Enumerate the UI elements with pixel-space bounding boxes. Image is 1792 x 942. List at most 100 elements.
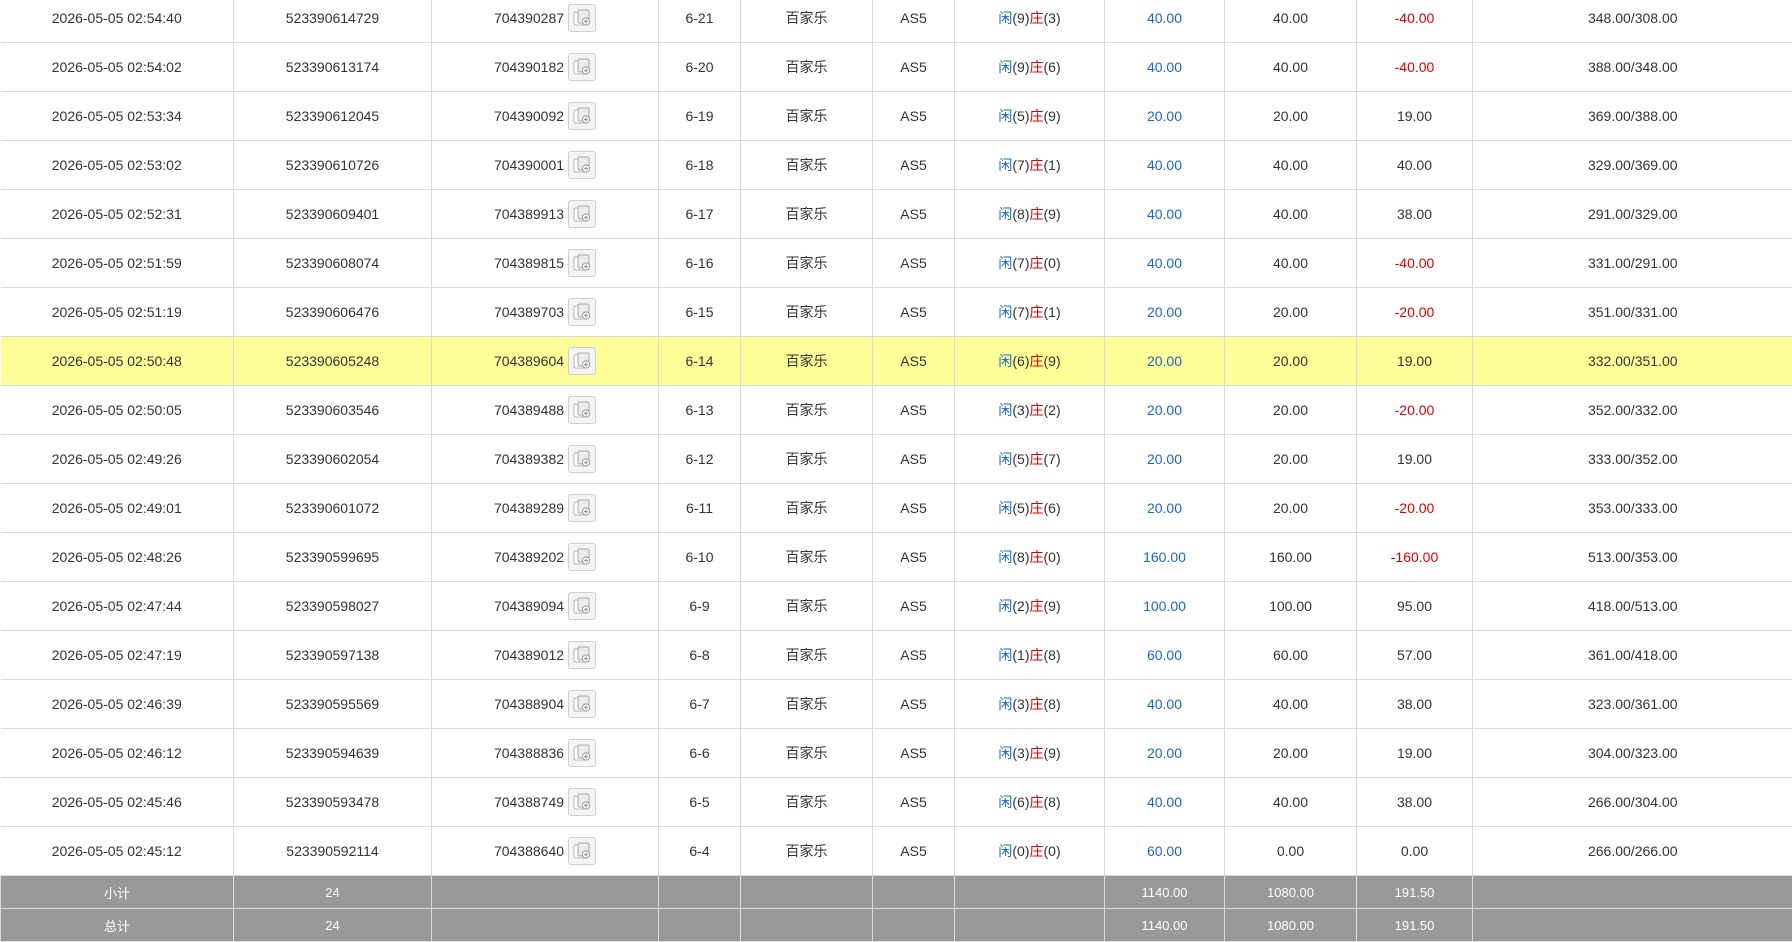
- card-detail-icon[interactable]: [568, 102, 596, 130]
- player-score: (3): [1012, 745, 1029, 761]
- player-score: (7): [1012, 255, 1029, 271]
- card-detail-icon[interactable]: [568, 592, 596, 620]
- win-loss: -40.00: [1357, 0, 1473, 43]
- card-detail-icon[interactable]: [568, 151, 596, 179]
- table-row[interactable]: 2026-05-05 02:48:26523390599695704389202…: [1, 533, 1792, 582]
- table-row[interactable]: 2026-05-05 02:46:39523390595569704388904…: [1, 680, 1792, 729]
- table-row[interactable]: 2026-05-05 02:51:19523390606476704389703…: [1, 288, 1792, 337]
- table-row[interactable]: 2026-05-05 02:53:34523390612045704390092…: [1, 92, 1792, 141]
- table-row[interactable]: 2026-05-05 02:53:02523390610726704390001…: [1, 141, 1792, 190]
- table-row[interactable]: 2026-05-05 02:45:12523390592114704388640…: [1, 827, 1792, 876]
- table-row[interactable]: 2026-05-05 02:50:48523390605248704389604…: [1, 337, 1792, 386]
- win-loss: 19.00: [1357, 92, 1473, 141]
- win-loss: 19.00: [1357, 435, 1473, 484]
- bet-amount: 160.00: [1105, 533, 1225, 582]
- bet-id: 704390287: [494, 10, 564, 26]
- banker-label: 庄: [1030, 304, 1044, 320]
- banker-label: 庄: [1030, 794, 1044, 810]
- bet-time: 2026-05-05 02:53:02: [1, 141, 234, 190]
- card-detail-icon[interactable]: [568, 298, 596, 326]
- game-type: 百家乐: [741, 631, 873, 680]
- card-detail-icon[interactable]: [568, 690, 596, 718]
- table-row[interactable]: 2026-05-05 02:45:46523390593478704388749…: [1, 778, 1792, 827]
- subtotal-count: 24: [234, 876, 432, 909]
- banker-label: 庄: [1030, 206, 1044, 222]
- player-score: (8): [1012, 549, 1029, 565]
- card-detail-icon[interactable]: [568, 543, 596, 571]
- bet-amount: 20.00: [1105, 288, 1225, 337]
- game-type: 百家乐: [741, 680, 873, 729]
- game-result: 闲(7)庄(1): [955, 288, 1105, 337]
- banker-label: 庄: [1030, 255, 1044, 271]
- banker-score: (7): [1044, 451, 1061, 467]
- bet-id: 704389012: [494, 647, 564, 663]
- game-result: 闲(5)庄(9): [955, 92, 1105, 141]
- bet-amount: 40.00: [1105, 43, 1225, 92]
- order-number: 523390608074: [234, 239, 432, 288]
- subtotal-row: 小计 24 1140.00 1080.00 191.50: [1, 876, 1792, 909]
- valid-bet: 0.00: [1225, 827, 1357, 876]
- card-detail-icon[interactable]: [568, 739, 596, 767]
- round-number: 6-10: [659, 533, 741, 582]
- card-detail-icon[interactable]: [568, 53, 596, 81]
- round-number: 6-21: [659, 0, 741, 43]
- card-detail-icon[interactable]: [568, 494, 596, 522]
- table-row[interactable]: 2026-05-05 02:46:12523390594639704388836…: [1, 729, 1792, 778]
- table-row[interactable]: 2026-05-05 02:50:05523390603546704389488…: [1, 386, 1792, 435]
- table-code: AS5: [873, 729, 955, 778]
- player-score: (2): [1012, 598, 1029, 614]
- table-row[interactable]: 2026-05-05 02:49:01523390601072704389289…: [1, 484, 1792, 533]
- bet-id: 704389913: [494, 206, 564, 222]
- player-label: 闲: [998, 255, 1012, 271]
- round-number: 6-4: [659, 827, 741, 876]
- table-row[interactable]: 2026-05-05 02:51:59523390608074704389815…: [1, 239, 1792, 288]
- player-score: (7): [1012, 157, 1029, 173]
- valid-bet: 20.00: [1225, 337, 1357, 386]
- bet-id: 704389094: [494, 598, 564, 614]
- card-detail-icon[interactable]: [568, 641, 596, 669]
- table-row[interactable]: 2026-05-05 02:52:31523390609401704389913…: [1, 190, 1792, 239]
- bet-amount: 40.00: [1105, 190, 1225, 239]
- table-row[interactable]: 2026-05-05 02:47:44523390598027704389094…: [1, 582, 1792, 631]
- banker-label: 庄: [1030, 549, 1044, 565]
- win-loss: -40.00: [1357, 43, 1473, 92]
- balance-before-after: 304.00/323.00: [1473, 729, 1792, 778]
- table-row[interactable]: 2026-05-05 02:54:02523390613174704390182…: [1, 43, 1792, 92]
- card-detail-icon[interactable]: [568, 445, 596, 473]
- game-type: 百家乐: [741, 533, 873, 582]
- bet-id: 704388640: [494, 843, 564, 859]
- table-code: AS5: [873, 582, 955, 631]
- total-valid-bet: 1080.00: [1225, 909, 1357, 942]
- card-detail-icon[interactable]: [568, 4, 596, 32]
- bet-id: 704389815: [494, 255, 564, 271]
- bet-id-cell: 704390001: [432, 141, 659, 190]
- bet-time: 2026-05-05 02:52:31: [1, 190, 234, 239]
- banker-label: 庄: [1030, 647, 1044, 663]
- card-detail-icon[interactable]: [568, 347, 596, 375]
- card-detail-icon[interactable]: [568, 837, 596, 865]
- round-number: 6-9: [659, 582, 741, 631]
- card-detail-icon[interactable]: [568, 788, 596, 816]
- table-row[interactable]: 2026-05-05 02:49:26523390602054704389382…: [1, 435, 1792, 484]
- player-label: 闲: [998, 206, 1012, 222]
- game-result: 闲(8)庄(9): [955, 190, 1105, 239]
- table-row[interactable]: 2026-05-05 02:47:19523390597138704389012…: [1, 631, 1792, 680]
- round-number: 6-8: [659, 631, 741, 680]
- table-code: AS5: [873, 288, 955, 337]
- round-number: 6-15: [659, 288, 741, 337]
- balance-before-after: 331.00/291.00: [1473, 239, 1792, 288]
- card-detail-icon[interactable]: [568, 249, 596, 277]
- table-row[interactable]: 2026-05-05 02:54:40523390614729704390287…: [1, 0, 1792, 43]
- bet-id-cell: 704389289: [432, 484, 659, 533]
- card-detail-icon[interactable]: [568, 200, 596, 228]
- card-detail-icon[interactable]: [568, 396, 596, 424]
- bet-id: 704390001: [494, 157, 564, 173]
- bet-id: 704388749: [494, 794, 564, 810]
- bet-id: 704388836: [494, 745, 564, 761]
- table-code: AS5: [873, 778, 955, 827]
- player-label: 闲: [998, 10, 1012, 26]
- valid-bet: 20.00: [1225, 288, 1357, 337]
- bet-amount: 40.00: [1105, 680, 1225, 729]
- bet-id-cell: 704388640: [432, 827, 659, 876]
- table-body: 2026-05-05 02:54:40523390614729704390287…: [1, 0, 1792, 876]
